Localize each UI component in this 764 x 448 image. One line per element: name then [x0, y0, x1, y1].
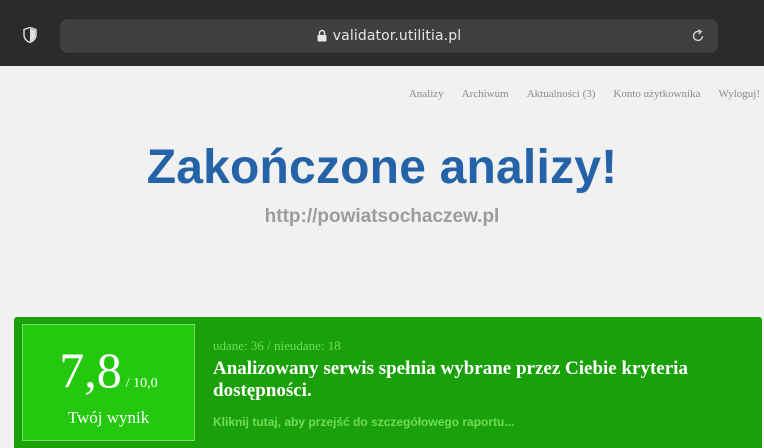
- score-value: 7,8: [59, 342, 122, 398]
- reload-icon[interactable]: [690, 28, 706, 44]
- result-panel: 7,8/ 10,0 Twój wynik udane: 36 / nieudan…: [14, 317, 762, 448]
- browser-toolbar: validator.utilitia.pl: [0, 0, 764, 66]
- report-link[interactable]: Kliknij tutaj, aby przejść do szczegółow…: [213, 415, 514, 429]
- test-counts: udane: 36 / nieudane: 18: [213, 338, 341, 353]
- nav-item-konto[interactable]: Konto użytkownika: [613, 88, 700, 100]
- address-bar[interactable]: validator.utilitia.pl: [60, 19, 718, 53]
- result-message: Analizowany serwis spełnia wybrane przez…: [213, 358, 688, 401]
- address-url: validator.utilitia.pl: [332, 28, 462, 44]
- page-title: Zakończone analizy!: [146, 141, 618, 194]
- nav-item-aktualnosci[interactable]: Aktualności (3): [527, 88, 596, 100]
- analyzed-site-url: http://powiatsochaczew.pl: [264, 206, 500, 227]
- nav-item-analizy[interactable]: Analizy: [409, 88, 444, 100]
- main-nav: Analizy Archiwum Aktualności (3) Konto u…: [391, 88, 760, 100]
- address-url-row: validator.utilitia.pl: [60, 28, 718, 44]
- score-label: Twój wynik: [67, 408, 150, 427]
- lock-icon: [317, 29, 327, 42]
- score-box: 7,8/ 10,0 Twój wynik: [22, 324, 195, 441]
- score-max: / 10,0: [125, 376, 158, 391]
- score-row: 7,8/ 10,0: [23, 345, 194, 395]
- nav-item-archiwum[interactable]: Archiwum: [462, 88, 509, 100]
- nav-item-wyloguj[interactable]: Wyloguj!: [719, 88, 761, 100]
- shield-icon[interactable]: [23, 27, 37, 43]
